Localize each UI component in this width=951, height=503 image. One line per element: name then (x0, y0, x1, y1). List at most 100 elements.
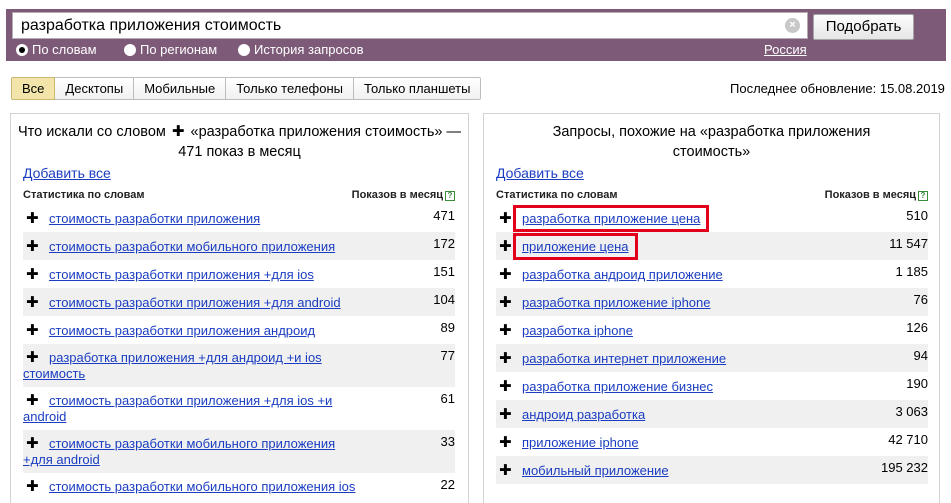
table-row: ✚ стоимость разработки приложения +для io… (23, 260, 455, 288)
mode-by-regions-radio[interactable]: По регионам (124, 42, 217, 57)
mode-label: История запросов (254, 42, 364, 57)
right-panel: Запросы, похожие на «разработка приложен… (483, 113, 940, 503)
phrase-link[interactable]: разработка андроид приложение (522, 267, 723, 283)
add-phrase-plus-icon[interactable]: ✚ (499, 379, 512, 394)
device-tabs: Все Десктопы Мобильные Только телефоны Т… (11, 77, 482, 100)
phrase-link[interactable]: стоимость разработки приложения (49, 211, 260, 227)
table-header: Статистика по словам Показов в месяц? (496, 189, 928, 205)
phrase-count: 76 (913, 292, 928, 307)
phrase-link[interactable]: мобильный приложение (522, 463, 669, 479)
table-row: ✚ стоимость разработки мобильного приложе… (23, 430, 455, 473)
tab-all[interactable]: Все (11, 77, 56, 100)
phrase-link[interactable]: разработка приложения +для андроид +и io… (23, 350, 363, 382)
phrase-link[interactable]: разработка приложение iphone (522, 295, 711, 311)
table-row: ✚ разработка приложение iphone 76 (496, 288, 928, 316)
mode-history-radio[interactable]: История запросов (238, 42, 364, 57)
panel-title: Что искали со словом ✚ «разработка прило… (11, 122, 468, 162)
mode-label: По регионам (140, 42, 218, 57)
table-row: ✚ приложение цена 11 547 (496, 232, 928, 260)
col-count-label: Показов в месяц (824, 189, 916, 201)
add-phrase-plus-icon[interactable]: ✚ (499, 435, 512, 450)
phrase-link[interactable]: стоимость разработки приложения +для ios… (23, 393, 363, 425)
phrase-count: 190 (906, 376, 928, 391)
phrase-count: 33 (440, 434, 455, 449)
table-row: ✚ стоимость разработки приложения андроид… (23, 316, 455, 344)
phrase-count: 471 (433, 208, 455, 223)
help-icon[interactable]: ? (918, 191, 928, 201)
highlight-box (513, 205, 709, 232)
table-row: ✚ стоимость разработки приложения 471 (23, 204, 455, 232)
add-phrase-plus-icon[interactable]: ✚ (499, 211, 512, 226)
table-row: ✚ разработка андроид приложение 1 185 (496, 260, 928, 288)
plus-icon: ✚ (171, 123, 185, 140)
table-row: ✚ стоимость разработки мобильного приложе… (23, 232, 455, 260)
table-row: ✚ разработка приложение бизнес 190 (496, 372, 928, 400)
last-update: Последнее обновление: 15.08.2019 (730, 81, 945, 96)
add-phrase-plus-icon[interactable]: ✚ (499, 463, 512, 478)
region-link[interactable]: Россия (764, 42, 807, 57)
add-phrase-plus-icon[interactable]: ✚ (26, 211, 39, 226)
phrase-link[interactable]: стоимость разработки мобильного приложен… (23, 479, 363, 495)
phrase-link[interactable]: андроид разработка (522, 407, 645, 423)
table-row: ✚ стоимость разработки приложения +для an… (23, 288, 455, 316)
col-phrase-header: Статистика по словам (496, 189, 618, 201)
table-row: ✚ стоимость разработки приложения +для io… (23, 387, 455, 430)
phrase-link[interactable]: стоимость разработки приложения андроид (49, 323, 315, 339)
clear-icon[interactable]: × (785, 18, 800, 33)
title-part: «разработка приложения стоимость» — 471 … (178, 124, 462, 160)
title-part: Запросы, похожие на «разработка приложен… (552, 124, 871, 160)
table-row: ✚ мобильный приложение 195 232 (496, 456, 928, 484)
add-phrase-plus-icon[interactable]: ✚ (26, 323, 39, 338)
phrase-link[interactable]: стоимость разработки приложения +для ios (49, 267, 314, 283)
add-phrase-plus-icon[interactable]: ✚ (26, 239, 39, 254)
left-panel: Что искали со словом ✚ «разработка прило… (10, 113, 469, 503)
table-row: ✚ приложение iphone 42 710 (496, 428, 928, 456)
tab-tablets-only[interactable]: Только планшеты (354, 77, 482, 100)
search-input[interactable]: разработка приложения стоимость (12, 12, 808, 39)
phrase-link[interactable]: стоимость разработки приложения +для and… (49, 295, 341, 311)
add-phrase-plus-icon[interactable]: ✚ (499, 239, 512, 254)
phrase-count: 22 (440, 477, 455, 492)
radio-selected-icon (16, 44, 28, 56)
tab-mobile[interactable]: Мобильные (134, 77, 227, 100)
mode-label: По словам (32, 42, 97, 57)
help-icon[interactable]: ? (445, 191, 455, 201)
add-all-link[interactable]: Добавить все (23, 165, 111, 181)
table-row: ✚ разработка приложения +для андроид +и i… (23, 344, 455, 387)
add-phrase-plus-icon[interactable]: ✚ (26, 295, 39, 310)
phrase-table: ✚ разработка приложение цена 510 ✚ приложени… (496, 204, 928, 484)
add-phrase-plus-icon[interactable]: ✚ (26, 267, 39, 282)
phrase-link[interactable]: приложение iphone (522, 435, 639, 451)
col-phrase-header: Статистика по словам (23, 189, 145, 201)
tab-phones-only[interactable]: Только телефоны (226, 77, 355, 100)
phrase-table: ✚ стоимость разработки приложения 471 ✚ стои… (23, 204, 455, 503)
add-phrase-plus-icon[interactable]: ✚ (499, 351, 512, 366)
phrase-link[interactable]: разработка приложение бизнес (522, 379, 713, 395)
col-count-label: Показов в месяц (351, 189, 443, 201)
add-phrase-plus-icon[interactable]: ✚ (499, 323, 512, 338)
col-count-header: Показов в месяц? (825, 189, 928, 201)
phrase-count: 89 (440, 320, 455, 335)
mode-by-words-radio[interactable]: По словам (16, 42, 97, 57)
phrase-link[interactable]: стоимость разработки мобильного приложен… (49, 239, 335, 255)
phrase-count: 77 (440, 348, 455, 363)
table-row: ✚ стоимость разработки мобильного приложе… (23, 473, 455, 503)
add-all-link[interactable]: Добавить все (496, 165, 584, 181)
add-phrase-plus-icon[interactable]: ✚ (499, 407, 512, 422)
col-count-header: Показов в месяц? (352, 189, 455, 201)
highlight-box (513, 233, 638, 260)
table-row: ✚ разработка iphone 126 (496, 316, 928, 344)
phrase-count: 510 (906, 208, 928, 223)
search-submit-button[interactable]: Подобрать (813, 14, 914, 40)
phrase-count: 61 (440, 391, 455, 406)
search-header: разработка приложения стоимость × Подобр… (0, 0, 951, 64)
table-row: ✚ разработка интернет приложение 94 (496, 344, 928, 372)
table-row: ✚ андроид разработка 3 063 (496, 400, 928, 428)
phrase-link[interactable]: разработка интернет приложение (522, 351, 726, 367)
phrase-link[interactable]: стоимость разработки мобильного приложен… (23, 436, 363, 468)
add-phrase-plus-icon[interactable]: ✚ (499, 295, 512, 310)
add-phrase-plus-icon[interactable]: ✚ (499, 267, 512, 282)
phrase-link[interactable]: разработка iphone (522, 323, 633, 339)
phrase-count: 3 063 (895, 404, 928, 419)
tab-desktops[interactable]: Десктопы (55, 77, 135, 100)
